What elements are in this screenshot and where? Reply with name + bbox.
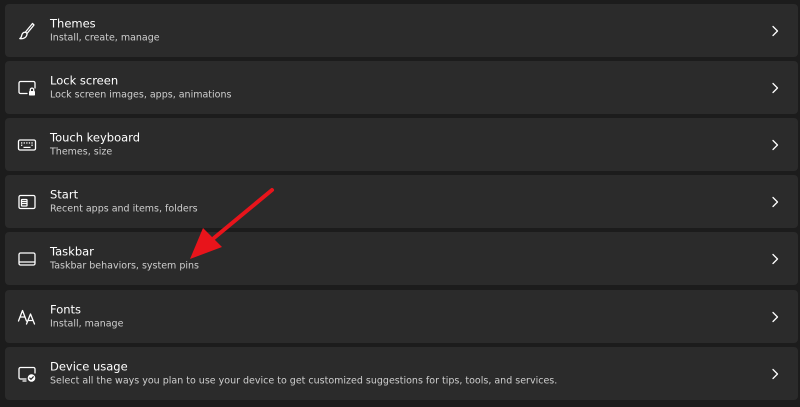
settings-item-title: Taskbar	[50, 244, 94, 258]
settings-item-touch-keyboard[interactable]: Touch keyboard Themes, size	[5, 118, 798, 171]
settings-item-start[interactable]: Start Recent apps and items, folders	[5, 175, 798, 228]
settings-item-subtitle: Install, manage	[50, 318, 124, 329]
settings-item-title: Touch keyboard	[50, 130, 141, 144]
chevron-right-icon	[770, 368, 780, 380]
chevron-right-icon	[770, 25, 780, 37]
settings-item-subtitle: Taskbar behaviors, system pins	[50, 260, 199, 271]
settings-item-title: Device usage	[50, 359, 128, 373]
settings-item-subtitle: Install, create, manage	[50, 32, 160, 43]
chevron-right-icon	[770, 253, 780, 265]
chevron-right-icon	[770, 82, 780, 94]
settings-item-title: Themes	[50, 16, 96, 30]
settings-item-fonts[interactable]: Fonts Install, manage	[5, 290, 798, 343]
settings-item-title: Lock screen	[50, 73, 119, 87]
start-icon	[17, 192, 37, 212]
keyboard-icon	[17, 135, 37, 155]
settings-item-subtitle: Select all the ways you plan to use your…	[50, 375, 558, 386]
device-usage-icon	[17, 364, 37, 384]
settings-item-taskbar[interactable]: Taskbar Taskbar behaviors, system pins	[5, 232, 798, 285]
brush-icon	[17, 21, 37, 41]
settings-item-subtitle: Themes, size	[50, 146, 113, 157]
settings-item-subtitle: Lock screen images, apps, animations	[50, 89, 232, 100]
taskbar-icon	[17, 249, 37, 269]
personalization-settings-list: Themes Install, create, manage Lock scre…	[0, 0, 800, 407]
settings-item-title: Start	[50, 187, 79, 201]
settings-item-device-usage[interactable]: Device usage Select all the ways you pla…	[5, 347, 798, 400]
settings-item-title: Fonts	[50, 302, 82, 316]
fonts-icon	[17, 307, 37, 327]
settings-item-subtitle: Recent apps and items, folders	[50, 203, 198, 214]
chevron-right-icon	[770, 311, 780, 323]
settings-item-lock-screen[interactable]: Lock screen Lock screen images, apps, an…	[5, 61, 798, 114]
chevron-right-icon	[770, 196, 780, 208]
lock-screen-icon	[17, 78, 37, 98]
settings-item-themes[interactable]: Themes Install, create, manage	[5, 4, 798, 57]
chevron-right-icon	[770, 139, 780, 151]
